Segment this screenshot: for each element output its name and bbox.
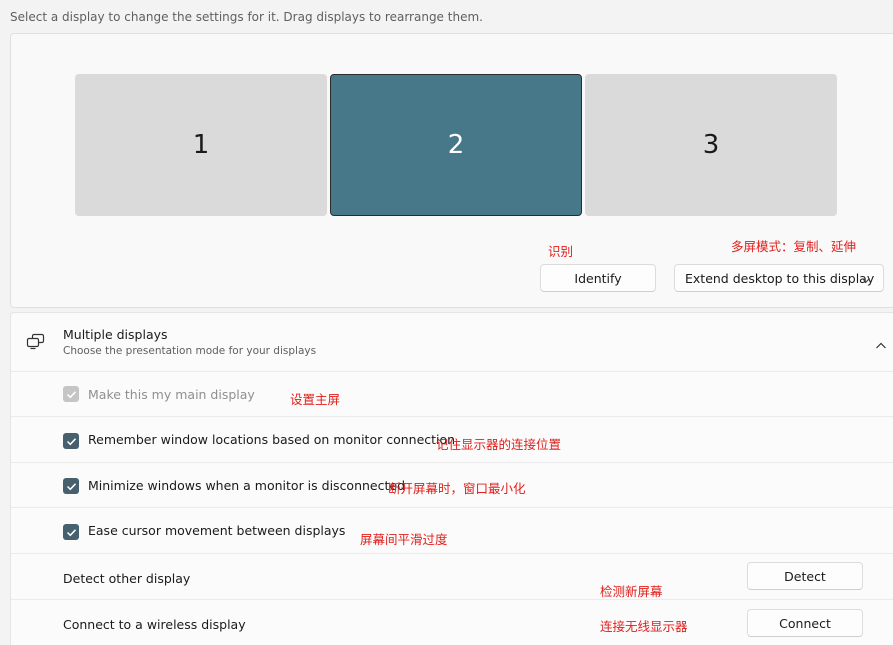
display-1-number: 1 [192,130,210,160]
multiple-displays-header[interactable]: Multiple displays Choose the presentatio… [10,312,893,371]
connect-button-label: Connect [779,615,831,631]
annotation-main: 设置主屏 [290,392,341,407]
multiple-displays-subtitle: Choose the presentation mode for your di… [63,345,317,357]
remember-locations-label: Remember window locations based on monit… [88,432,456,447]
instruction-text: Select a display to change the settings … [10,10,483,24]
multiple-displays-title: Multiple displays [63,327,168,342]
main-display-row: Make this my main display 设置主屏 [11,371,893,417]
ease-cursor-label: Ease cursor movement between displays [88,523,346,538]
connect-button[interactable]: Connect [747,609,863,637]
remember-locations-row: Remember window locations based on monit… [11,416,893,463]
ease-cursor-row: Ease cursor movement between displays 屏幕… [11,507,893,554]
chevron-down-icon [861,273,871,288]
main-display-checkbox[interactable] [63,386,79,402]
display-mode-select[interactable]: Extend desktop to this display [674,264,884,292]
annotation-minimize: 断开屏幕时，窗口最小化 [388,481,526,496]
display-mode-value: Extend desktop to this display [685,270,875,286]
annotation-remember: 记住显示器的连接位置 [436,437,562,452]
minimize-windows-label: Minimize windows when a monitor is disco… [88,478,406,493]
display-2-number: 2 [447,130,465,160]
annotation-ease: 屏幕间平滑过度 [360,532,448,547]
detect-display-row: Detect other display 检测新屏幕 Detect [11,553,893,600]
chevron-up-icon[interactable] [875,336,887,355]
multiple-displays-icon [26,333,46,354]
wireless-display-label: Connect to a wireless display [63,617,246,632]
wireless-display-row: Connect to a wireless display 连接无线显示器 Co… [11,599,893,645]
minimize-windows-row: Minimize windows when a monitor is disco… [11,462,893,508]
identify-button-label: Identify [574,270,622,286]
display-3-tile[interactable]: 3 [585,74,837,216]
annotation-wireless: 连接无线显示器 [600,619,688,634]
main-display-label: Make this my main display [88,387,255,402]
annotation-identify: 识别 [548,244,574,259]
detect-button[interactable]: Detect [747,562,863,590]
identify-button[interactable]: Identify [540,264,656,292]
detect-display-label: Detect other display [63,571,191,586]
display-2-tile[interactable]: 2 [330,74,582,216]
detect-button-label: Detect [784,568,826,584]
minimize-windows-checkbox[interactable] [63,478,79,494]
annotation-detect: 检测新屏幕 [600,584,663,599]
ease-cursor-checkbox[interactable] [63,524,79,540]
display-1-tile[interactable]: 1 [75,74,327,216]
display-3-number: 3 [702,130,720,160]
annotation-mode: 多屏模式：复制、延伸 [731,239,857,254]
remember-locations-checkbox[interactable] [63,433,79,449]
